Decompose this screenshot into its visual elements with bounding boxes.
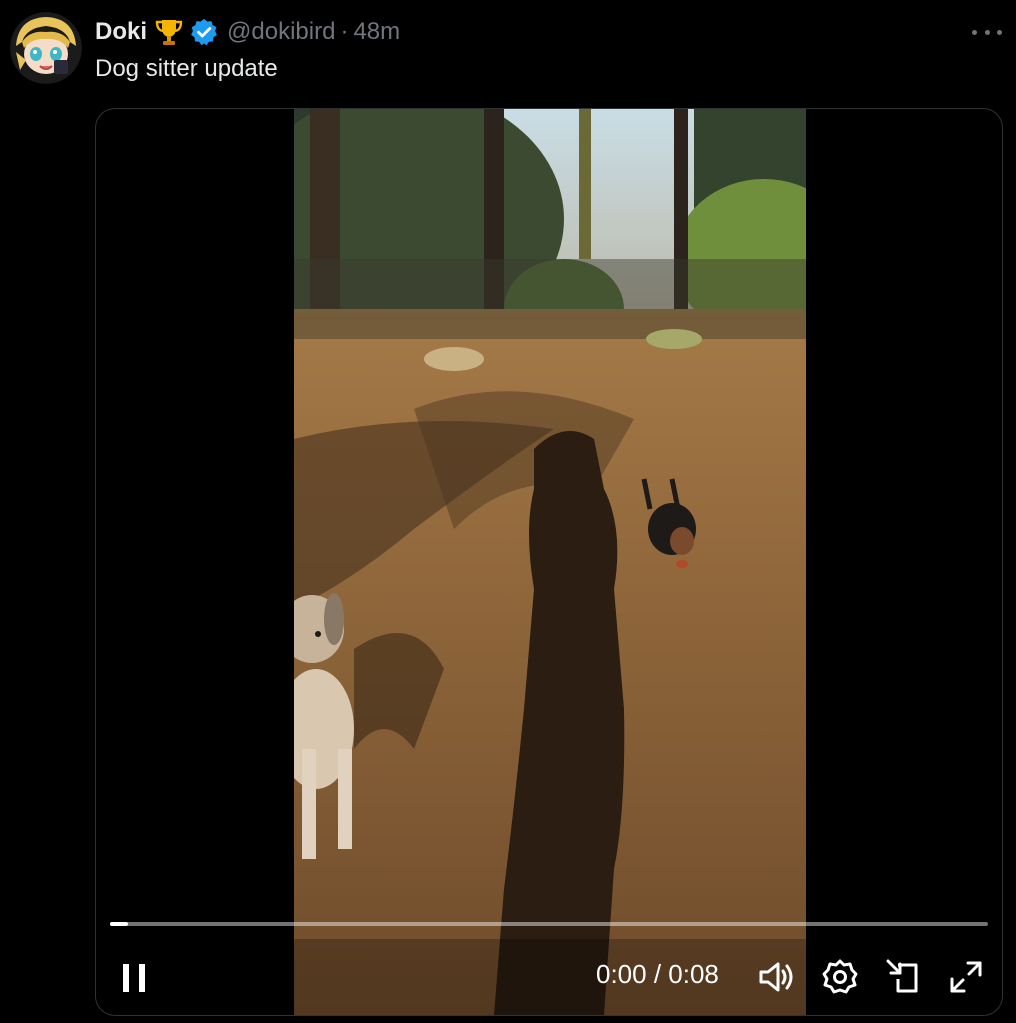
- video-timecode: 0:00 / 0:08: [596, 959, 719, 989]
- avatar[interactable]: [10, 12, 82, 84]
- more-dot-icon: [972, 29, 977, 35]
- more-dot-icon: [997, 29, 1002, 35]
- author-name[interactable]: Doki: [95, 18, 147, 46]
- avatar-image: [10, 12, 82, 84]
- author-handle[interactable]: @dokibird: [227, 18, 335, 46]
- header-separator: ·: [340, 18, 349, 45]
- trophy-icon: [155, 20, 183, 45]
- video-player[interactable]: 0:00 / 0:08: [95, 108, 1003, 1016]
- video-frame[interactable]: [294, 109, 806, 1015]
- pause-icon[interactable]: [120, 961, 150, 995]
- tweet-header: Doki @dokibird · 48m: [95, 16, 400, 48]
- tweet-text: Dog sitter update: [95, 55, 278, 82]
- picture-in-picture-icon[interactable]: [884, 957, 924, 997]
- more-options-button[interactable]: [972, 26, 1002, 38]
- more-dot-icon: [984, 29, 990, 35]
- fullscreen-icon[interactable]: [946, 957, 986, 997]
- settings-icon[interactable]: [820, 957, 860, 997]
- video-progress-bar[interactable]: [110, 922, 988, 926]
- video-progress-fill: [110, 922, 128, 926]
- verified-badge-icon[interactable]: [189, 17, 219, 47]
- volume-icon[interactable]: [756, 957, 796, 997]
- tweet-timestamp[interactable]: 48m: [353, 18, 400, 46]
